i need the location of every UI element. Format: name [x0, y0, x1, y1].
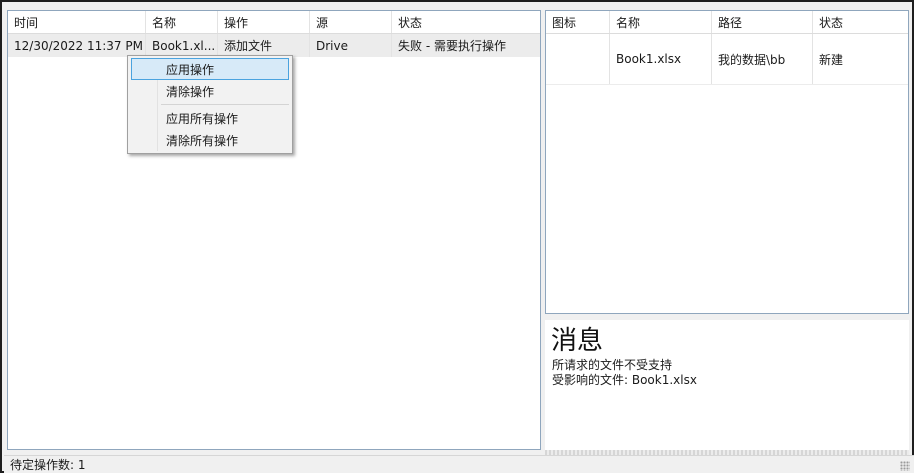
message-line: 所请求的文件不受支持	[552, 358, 673, 372]
column-header-icon[interactable]: 图标	[546, 11, 610, 33]
menu-item-apply-operation[interactable]: 应用操作	[131, 58, 289, 80]
cell-icon	[546, 34, 610, 84]
menu-item-clear-operation[interactable]: 清除操作	[131, 80, 289, 102]
menu-separator	[161, 104, 289, 105]
messages-panel: 消息 所请求的文件不受支持 受影响的文件: Book1.xlsx	[545, 320, 909, 450]
column-header-time[interactable]: 时间	[8, 11, 146, 33]
cell-status: 新建	[819, 52, 844, 67]
table-row[interactable]: 12/30/2022 11:37 PM Book1.xl... 添加文件 Dri…	[8, 34, 540, 57]
column-header-status[interactable]: 状态	[813, 11, 908, 33]
column-header-name[interactable]: 名称	[610, 11, 712, 33]
cell-path: 我的数据\bb	[712, 34, 813, 84]
cell-source: Drive	[310, 34, 392, 57]
column-header-status[interactable]: 状态	[392, 11, 540, 33]
table-row[interactable]: Book1.xlsx 我的数据\bb 新建	[546, 34, 908, 85]
cell-operation: 添加文件	[218, 34, 310, 57]
status-bar: 待定操作数: 1	[4, 455, 914, 473]
column-header-path[interactable]: 路径	[712, 11, 813, 33]
cell-name: Book1.xl...	[146, 34, 218, 57]
resize-grip-icon[interactable]	[900, 461, 910, 471]
column-header-source[interactable]: 源	[310, 11, 392, 33]
message-line: 受影响的文件: Book1.xlsx	[552, 373, 697, 387]
affected-files-grid[interactable]: 图标 名称 路径 状态 Book1.xlsx 我的数据\bb 新建	[545, 10, 909, 314]
column-header-operation[interactable]: 操作	[218, 11, 310, 33]
cell-name: Book1.xlsx	[610, 34, 712, 84]
context-menu: 应用操作 清除操作 应用所有操作 清除所有操作	[127, 55, 293, 154]
grid-header: 时间 名称 操作 源 状态	[8, 11, 540, 34]
column-header-name[interactable]: 名称	[146, 11, 218, 33]
cell-status: 失败 - 需要执行操作	[398, 39, 506, 53]
pending-count-text: 待定操作数: 1	[10, 458, 86, 472]
menu-item-apply-all-operations[interactable]: 应用所有操作	[131, 107, 289, 129]
app-window: 时间 名称 操作 源 状态 12/30/2022 11:37 PM Book1.…	[0, 0, 914, 473]
cell-time: 12/30/2022 11:37 PM	[8, 34, 146, 57]
messages-title: 消息	[551, 326, 604, 356]
menu-item-clear-all-operations[interactable]: 清除所有操作	[131, 129, 289, 151]
grid-header: 图标 名称 路径 状态	[546, 11, 908, 34]
